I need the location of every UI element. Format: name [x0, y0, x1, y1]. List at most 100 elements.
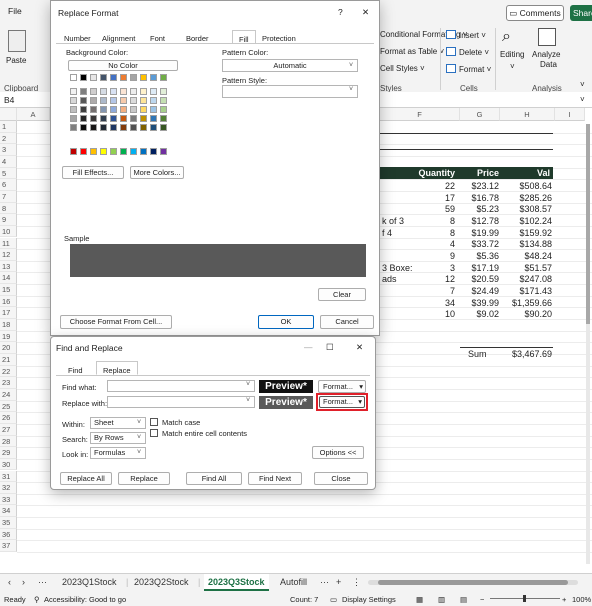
- normal-view-icon[interactable]: ▦: [416, 595, 423, 604]
- color-swatch[interactable]: [120, 88, 127, 95]
- color-swatch[interactable]: [70, 88, 77, 95]
- display-settings-button[interactable]: Display Settings: [342, 595, 396, 604]
- color-swatch[interactable]: [140, 74, 147, 81]
- help-button[interactable]: ?: [338, 7, 343, 17]
- clear-button[interactable]: Clear: [318, 288, 366, 301]
- row-header[interactable]: 7: [0, 190, 17, 203]
- page-break-icon[interactable]: ▤: [460, 595, 467, 604]
- horizontal-scrollbar-thumb[interactable]: [378, 580, 568, 585]
- column-header[interactable]: H: [500, 108, 555, 121]
- row-header[interactable]: 5: [0, 167, 17, 180]
- color-swatch[interactable]: [140, 106, 147, 113]
- color-swatch[interactable]: [80, 106, 87, 113]
- replace-button[interactable]: Replace: [118, 472, 170, 485]
- color-swatch[interactable]: [70, 106, 77, 113]
- column-header[interactable]: I: [555, 108, 585, 121]
- color-swatch[interactable]: [110, 124, 117, 131]
- tab-font[interactable]: Font: [150, 34, 165, 43]
- sum-label[interactable]: Sum: [468, 349, 487, 359]
- price-cell[interactable]: $39.99: [462, 298, 499, 308]
- value-cell[interactable]: $102.24: [500, 216, 552, 226]
- value-cell[interactable]: $285.26: [500, 193, 552, 203]
- analyze-data-button[interactable]: Analyze: [532, 50, 560, 59]
- header-price[interactable]: Price: [462, 168, 499, 178]
- color-swatch[interactable]: [120, 97, 127, 104]
- price-cell[interactable]: $9.02: [462, 309, 499, 319]
- color-swatch[interactable]: [130, 97, 137, 104]
- color-swatch[interactable]: [150, 106, 157, 113]
- color-swatch[interactable]: [160, 115, 167, 122]
- quantity-cell[interactable]: 8: [420, 216, 455, 226]
- color-swatch[interactable]: [100, 88, 107, 95]
- tab-replace[interactable]: Replace: [96, 361, 138, 375]
- replace-format-button[interactable]: Format... ▾: [319, 396, 365, 408]
- color-swatch[interactable]: [80, 88, 87, 95]
- match-case-label[interactable]: Match case: [162, 418, 200, 427]
- color-swatch[interactable]: [80, 124, 87, 131]
- standard-color-swatch[interactable]: [90, 148, 97, 155]
- color-swatch[interactable]: [110, 97, 117, 104]
- color-swatch[interactable]: [130, 74, 137, 81]
- row-header[interactable]: 23: [0, 377, 17, 389]
- maximize-button[interactable]: ☐: [326, 342, 334, 353]
- expand-formula-bar-icon[interactable]: ˅: [580, 95, 585, 104]
- value-cell[interactable]: $134.88: [500, 239, 552, 249]
- quantity-cell[interactable]: 8: [420, 228, 455, 238]
- color-swatch[interactable]: [120, 106, 127, 113]
- tab-border[interactable]: Border: [186, 34, 209, 43]
- options-button[interactable]: Options <<: [312, 446, 364, 459]
- scroll-left-icon[interactable]: ‹: [8, 577, 11, 587]
- format-as-table-button[interactable]: Format as Table ˅: [380, 47, 444, 56]
- row-header[interactable]: 12: [0, 249, 17, 261]
- row-header[interactable]: 3: [0, 144, 17, 156]
- row-header[interactable]: 13: [0, 260, 17, 273]
- price-cell[interactable]: $33.72: [462, 239, 499, 249]
- row-header[interactable]: 16: [0, 295, 17, 308]
- value-cell[interactable]: $508.64: [500, 181, 552, 191]
- color-swatch[interactable]: [140, 88, 147, 95]
- tab-fill[interactable]: Fill: [232, 30, 256, 44]
- row-header[interactable]: 10: [0, 225, 17, 238]
- row-header[interactable]: 11: [0, 237, 17, 250]
- color-swatch[interactable]: [70, 97, 77, 104]
- row-header[interactable]: 22: [0, 365, 17, 378]
- zoom-slider-thumb[interactable]: [523, 595, 526, 602]
- color-swatch[interactable]: [130, 124, 137, 131]
- delete-button[interactable]: Delete ˅: [446, 47, 489, 57]
- more-sheets-right-button[interactable]: ···: [320, 577, 329, 587]
- color-swatch[interactable]: [140, 124, 147, 131]
- row-header[interactable]: 14: [0, 272, 17, 285]
- quantity-cell[interactable]: 9: [420, 251, 455, 261]
- row-label[interactable]: 3 Boxe:: [382, 263, 413, 273]
- color-swatch[interactable]: [100, 97, 107, 104]
- row-header[interactable]: 4: [0, 155, 17, 168]
- color-swatch[interactable]: [120, 124, 127, 131]
- standard-color-swatch[interactable]: [120, 148, 127, 155]
- price-cell[interactable]: $12.78: [462, 216, 499, 226]
- within-select[interactable]: Sheet ˅: [90, 417, 146, 429]
- color-swatch[interactable]: [90, 115, 97, 122]
- row-header[interactable]: 32: [0, 482, 17, 494]
- price-cell[interactable]: $5.36: [462, 251, 499, 261]
- more-colors-button[interactable]: More Colors...: [130, 166, 184, 179]
- row-header[interactable]: 27: [0, 423, 17, 436]
- cancel-button[interactable]: Cancel: [320, 315, 374, 329]
- select-all-corner[interactable]: [0, 108, 17, 121]
- value-cell[interactable]: $1,359.66: [500, 298, 552, 308]
- color-swatch[interactable]: [100, 106, 107, 113]
- standard-color-swatch[interactable]: [110, 148, 117, 155]
- column-header[interactable]: F: [380, 108, 460, 121]
- quantity-cell[interactable]: 4: [420, 239, 455, 249]
- quantity-cell[interactable]: 34: [420, 298, 455, 308]
- collapse-ribbon-icon[interactable]: ˅: [580, 80, 585, 89]
- replace-with-input[interactable]: ˅: [107, 396, 255, 408]
- tab-protection[interactable]: Protection: [262, 34, 296, 43]
- replace-all-button[interactable]: Replace All: [60, 472, 112, 485]
- find-next-button[interactable]: Find Next: [248, 472, 302, 485]
- minimize-button[interactable]: —: [304, 342, 313, 352]
- color-swatch[interactable]: [160, 88, 167, 95]
- color-swatch[interactable]: [80, 97, 87, 104]
- row-header[interactable]: 9: [0, 214, 17, 226]
- color-swatch[interactable]: [120, 74, 127, 81]
- row-header[interactable]: 21: [0, 354, 17, 366]
